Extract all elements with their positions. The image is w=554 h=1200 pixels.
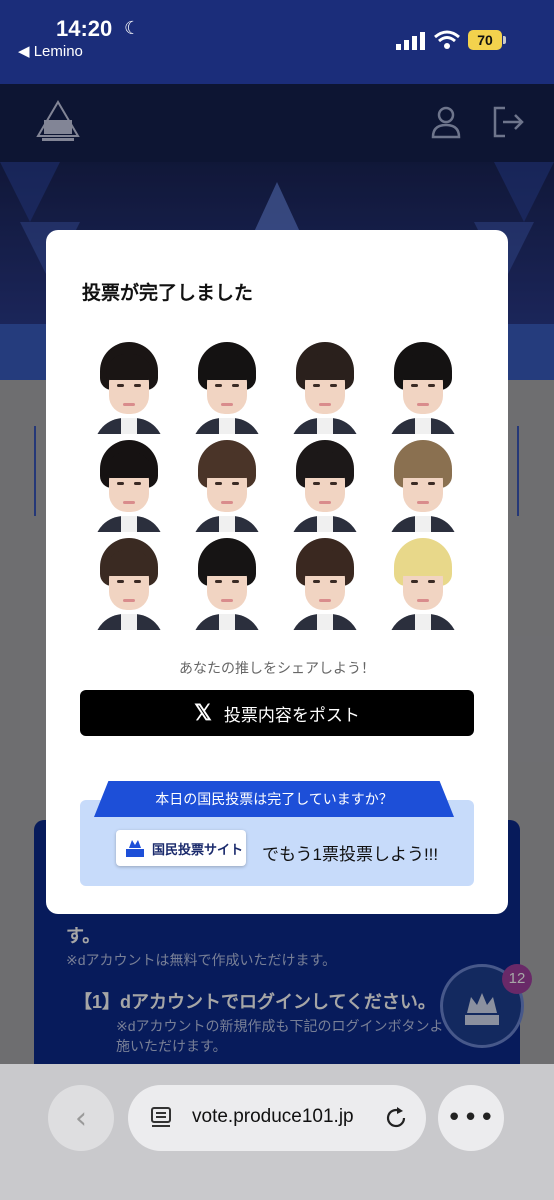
trainee-photo: [188, 438, 266, 532]
moon-icon: ☾: [124, 18, 141, 39]
ballot-box-icon: [126, 840, 144, 857]
trainee-photo: [188, 536, 266, 630]
trainee-photo: [286, 438, 364, 532]
post-button-label: 投票内容をポスト: [223, 705, 360, 725]
chevron-left-icon: ‹: [75, 1100, 87, 1136]
share-prompt: あなたの推しをシェアしよう！: [179, 660, 375, 676]
post-to-x-button[interactable]: 𝕏 投票内容をポスト: [80, 690, 474, 736]
more-options-button[interactable]: •••: [438, 1085, 504, 1151]
vote-question-ribbon: 本日の国民投票は完了していますか？: [94, 781, 454, 817]
url-text: vote.produce101.jp: [192, 1106, 354, 1127]
x-logo-icon: 𝕏: [194, 700, 212, 725]
vote-site-button[interactable]: 国民投票サイト: [116, 830, 246, 866]
trainee-photo: [90, 340, 168, 434]
ellipsis-icon: •••: [446, 1103, 496, 1133]
battery-indicator: 70: [468, 30, 506, 50]
wifi-icon: [434, 30, 460, 49]
status-bar: 14:20 ☾ ◀ Lemino 70: [0, 0, 554, 84]
vote-site-label: 国民投票サイト: [152, 841, 244, 857]
trainee-photo: [286, 340, 364, 434]
modal-title: 投票が完了しました: [82, 283, 254, 304]
vote-cta-text: でもう1票投票しよう!!!: [262, 845, 439, 864]
trainee-photo-grid: [80, 340, 474, 636]
trainee-photo: [384, 536, 462, 630]
back-to-app-link[interactable]: ◀ Lemino: [18, 42, 83, 60]
status-time: 14:20: [56, 16, 113, 41]
reader-mode-icon[interactable]: [150, 1106, 172, 1130]
trainee-photo: [384, 438, 462, 532]
signal-icon: [396, 32, 425, 50]
trainee-photo: [188, 340, 266, 434]
trainee-photo: [90, 536, 168, 630]
reload-icon[interactable]: [384, 1106, 408, 1130]
trainee-photo: [286, 536, 364, 630]
browser-back-button[interactable]: ‹: [48, 1085, 114, 1151]
trainee-photo: [384, 340, 462, 434]
trainee-photo: [90, 438, 168, 532]
